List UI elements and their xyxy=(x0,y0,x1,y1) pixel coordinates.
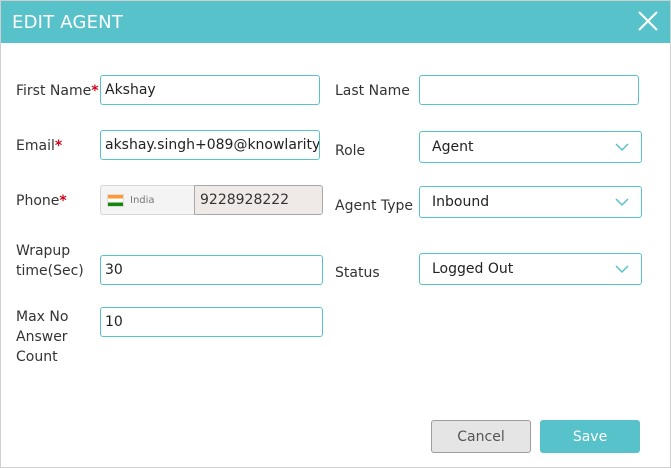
last-name-input[interactable] xyxy=(419,75,639,105)
close-icon[interactable] xyxy=(637,10,659,32)
agent-type-select[interactable]: Inbound xyxy=(419,186,642,218)
last-name-label: Last Name xyxy=(335,83,410,99)
status-value: Logged Out xyxy=(432,261,514,277)
status-select[interactable]: Logged Out xyxy=(419,253,642,285)
edit-agent-dialog: EDIT AGENT First Name* Akshay Last Name … xyxy=(0,0,671,468)
agent-type-value: Inbound xyxy=(432,194,490,210)
india-flag-icon xyxy=(107,193,124,207)
role-value: Agent xyxy=(432,139,474,155)
wrapup-time-input[interactable]: 30 xyxy=(100,255,323,285)
country-code-select[interactable]: India xyxy=(100,185,195,215)
agent-type-label: Agent Type xyxy=(335,198,414,214)
first-name-label: First Name* xyxy=(16,83,99,99)
wrapup-label: Wrapup time(Sec) xyxy=(16,243,84,279)
required-mark: * xyxy=(54,138,63,154)
max-no-answer-label: Max No Answer Count xyxy=(16,309,69,365)
email-input[interactable]: akshay.singh+089@knowlarity.com xyxy=(100,130,320,160)
chevron-down-icon xyxy=(615,198,629,207)
country-name: India xyxy=(130,194,155,206)
role-select[interactable]: Agent xyxy=(419,131,642,163)
role-label: Role xyxy=(335,143,366,159)
required-mark: * xyxy=(59,193,67,209)
max-no-answer-input[interactable]: 10 xyxy=(100,307,323,337)
status-label: Status xyxy=(335,265,380,281)
chevron-down-icon xyxy=(615,265,629,274)
chevron-down-icon xyxy=(615,143,629,152)
dialog-title: EDIT AGENT xyxy=(12,12,124,33)
save-button[interactable]: Save xyxy=(540,420,640,453)
phone-input[interactable]: 9228928222 xyxy=(194,185,323,215)
email-label: Email* xyxy=(16,138,63,154)
required-mark: * xyxy=(91,83,99,99)
dialog-header: EDIT AGENT xyxy=(1,1,670,43)
first-name-input[interactable]: Akshay xyxy=(100,75,320,105)
phone-label: Phone* xyxy=(16,193,67,209)
cancel-button[interactable]: Cancel xyxy=(431,420,531,453)
